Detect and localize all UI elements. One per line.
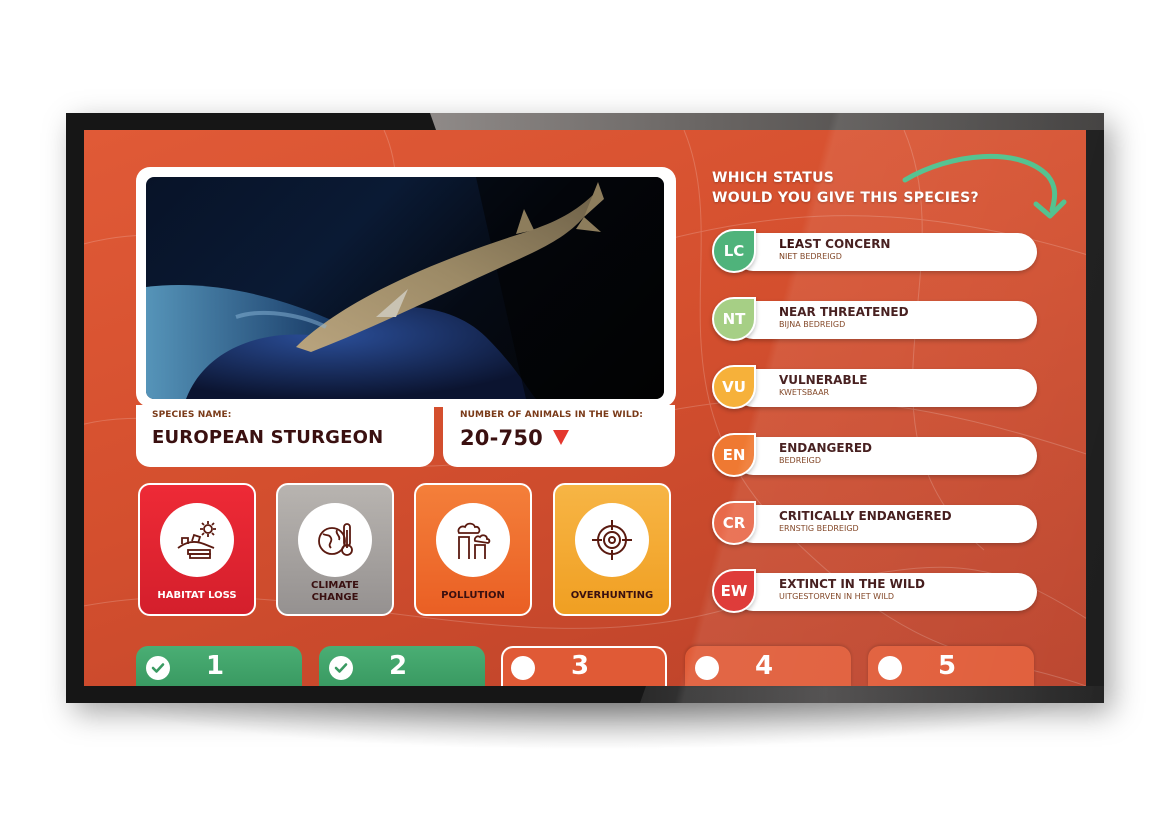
population-label: NUMBER OF ANIMALS IN THE WILD:	[460, 410, 643, 420]
species-photo	[146, 177, 664, 399]
empty-circle-icon	[695, 656, 719, 680]
curved-arrow-icon	[902, 153, 1067, 219]
step-tab-2[interactable]: 2	[319, 646, 485, 686]
threat-overhunting[interactable]: OVERHUNTING	[553, 483, 671, 616]
step-tab-5[interactable]: 5	[868, 646, 1034, 686]
step-number: 4	[755, 651, 774, 681]
population-count: 20-750	[460, 426, 543, 450]
threat-habitat-loss[interactable]: HABITAT LOSS	[138, 483, 256, 616]
status-option-ew[interactable]: EW EXTINCT IN THE WILD UITGESTORVEN IN H…	[712, 569, 1037, 615]
threat-label: OVERHUNTING	[570, 590, 654, 601]
step-number: 3	[571, 651, 590, 681]
status-subtitle: BIJNA BEDREIGD	[779, 320, 846, 329]
step-number: 2	[389, 651, 408, 681]
status-subtitle: BEDREIGD	[779, 456, 822, 465]
status-badge: NT	[712, 297, 756, 341]
threat-label: HABITAT LOSS	[157, 590, 237, 601]
crosshair-icon	[575, 503, 649, 577]
species-name-label: SPECIES NAME:	[152, 410, 232, 420]
step-number: 5	[938, 651, 957, 681]
step-tab-4[interactable]: 4	[685, 646, 851, 686]
threat-label: POLLUTION	[441, 590, 505, 601]
status-title: ENDANGERED	[779, 441, 872, 455]
status-option-vu[interactable]: VU VULNERABLE KWETSBAAR	[712, 365, 1037, 411]
status-badge: CR	[712, 501, 756, 545]
step-tab-3-current[interactable]: 3	[501, 646, 667, 686]
threat-climate-change[interactable]: CLIMATE CHANGE	[276, 483, 394, 616]
check-icon	[329, 656, 353, 680]
globe-thermometer-icon	[298, 503, 372, 577]
status-title: EXTINCT IN THE WILD	[779, 577, 925, 591]
bezel-reflection	[430, 113, 1104, 130]
status-badge: LC	[712, 229, 756, 273]
step-number: 1	[206, 651, 225, 681]
factory-smoke-icon	[436, 503, 510, 577]
status-badge: EW	[712, 569, 756, 613]
trend-down-icon	[552, 429, 569, 445]
threat-label: CLIMATE CHANGE	[311, 580, 359, 603]
status-title: NEAR THREATENED	[779, 305, 909, 319]
bezel-reflection-bottom	[640, 686, 1104, 703]
status-option-lc[interactable]: LC LEAST CONCERN NIET BEDREIGD	[712, 229, 1037, 275]
population-card: NUMBER OF ANIMALS IN THE WILD: 20-750	[443, 405, 675, 467]
status-title: VULNERABLE	[779, 373, 868, 387]
status-option-nt[interactable]: NT NEAR THREATENED BIJNA BEDREIGD	[712, 297, 1037, 343]
status-option-en[interactable]: EN ENDANGERED BEDREIGD	[712, 433, 1037, 479]
status-title: CRITICALLY ENDANGERED	[779, 509, 952, 523]
step-tab-1[interactable]: 1	[136, 646, 302, 686]
status-subtitle: UITGESTORVEN IN HET WILD	[779, 592, 895, 601]
status-subtitle: ERNSTIG BEDREIGD	[779, 524, 859, 533]
population-value-row: 20-750	[460, 426, 569, 450]
threat-pollution[interactable]: POLLUTION	[414, 483, 532, 616]
status-subtitle: NIET BEDREIGD	[779, 252, 842, 261]
status-badge: EN	[712, 433, 756, 477]
empty-circle-icon	[878, 656, 902, 680]
empty-circle-icon	[511, 656, 535, 680]
status-badge: VU	[712, 365, 756, 409]
status-subtitle: KWETSBAAR	[779, 388, 830, 397]
status-title: LEAST CONCERN	[779, 237, 891, 251]
habitat-loss-icon	[160, 503, 234, 577]
check-icon	[146, 656, 170, 680]
species-name-card: SPECIES NAME: EUROPEAN STURGEON	[136, 405, 434, 467]
sturgeon-image	[146, 177, 664, 399]
species-name: EUROPEAN STURGEON	[152, 427, 384, 448]
status-option-cr[interactable]: CR CRITICALLY ENDANGERED ERNSTIG BEDREIG…	[712, 501, 1037, 547]
